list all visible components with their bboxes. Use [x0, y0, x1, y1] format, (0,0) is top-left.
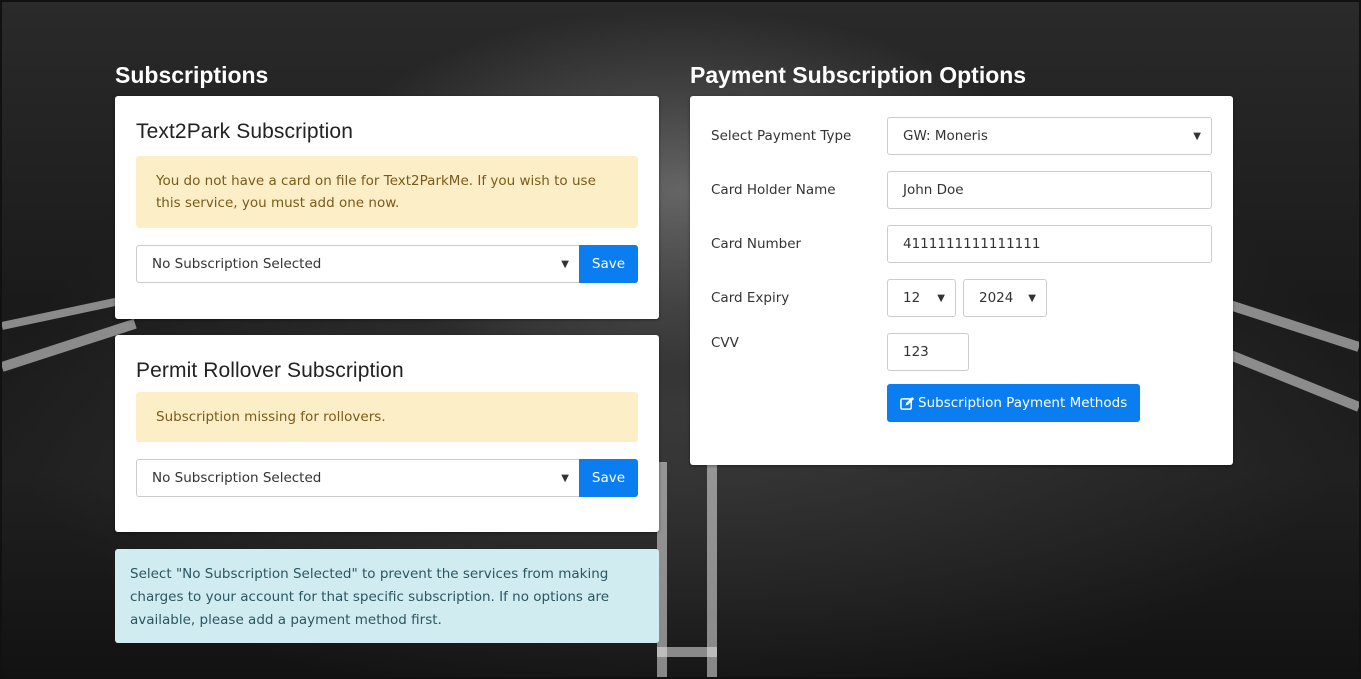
payment-type-row: Select Payment Type GW: Moneris ▼ — [711, 117, 1212, 155]
cvv-value: 123 — [903, 344, 929, 360]
subscriptions-column: Subscriptions Text2Park Subscription You… — [115, 60, 659, 643]
caret-down-icon: ▼ — [1028, 292, 1036, 304]
rollover-select-value: No Subscription Selected — [152, 470, 322, 486]
text2park-subscription-select[interactable]: No Subscription Selected ▼ — [136, 245, 579, 283]
card-holder-row: Card Holder Name John Doe — [711, 171, 1212, 209]
text2park-title: Text2Park Subscription — [136, 120, 353, 143]
card-holder-value: John Doe — [903, 182, 964, 198]
card-number-value: 4111111111111111 — [903, 236, 1041, 252]
card-expiry-row: Card Expiry 12 ▼ 2024 ▼ — [711, 279, 1212, 317]
payment-type-value: GW: Moneris — [903, 128, 988, 144]
text2park-warning: You do not have a card on file for Text2… — [136, 156, 638, 228]
subscription-payment-methods-button[interactable]: Subscription Payment Methods — [887, 384, 1141, 422]
background: Subscriptions Text2Park Subscription You… — [0, 0, 1361, 679]
subscription-info: Select "No Subscription Selected" to pre… — [115, 549, 659, 643]
cvv-row: CVV 123 — [711, 333, 1212, 371]
subscription-payment-methods-label: Subscription Payment Methods — [918, 395, 1128, 411]
rollover-save-button[interactable]: Save — [579, 459, 638, 497]
card-expiry-label: Card Expiry — [711, 290, 790, 306]
caret-down-icon: ▼ — [561, 258, 569, 270]
text2park-select-row: No Subscription Selected ▼ Save — [136, 245, 638, 283]
cvv-label: CVV — [711, 335, 739, 351]
text2park-save-button[interactable]: Save — [579, 245, 638, 283]
card-number-label: Card Number — [711, 236, 802, 252]
text2park-panel: Text2Park Subscription You do not have a… — [115, 96, 659, 319]
edit-icon — [900, 396, 915, 410]
parking-line — [2, 297, 121, 330]
card-number-row: Card Number 4111111111111111 — [711, 225, 1212, 263]
rollover-warning: Subscription missing for rollovers. — [136, 392, 638, 442]
payment-options-column: Payment Subscription Options Select Paym… — [690, 60, 1233, 465]
card-number-input[interactable]: 4111111111111111 — [887, 225, 1212, 263]
parking-line — [1227, 349, 1359, 412]
payment-panel: Select Payment Type GW: Moneris ▼ Card H… — [690, 96, 1233, 465]
payment-type-select[interactable]: GW: Moneris ▼ — [887, 117, 1212, 155]
card-holder-label: Card Holder Name — [711, 182, 836, 198]
caret-down-icon: ▼ — [937, 292, 945, 304]
subscriptions-title: Subscriptions — [115, 62, 269, 88]
expiry-month-value: 12 — [903, 290, 921, 306]
rollover-title: Permit Rollover Subscription — [136, 359, 404, 382]
caret-down-icon: ▼ — [1193, 130, 1201, 142]
text2park-select-value: No Subscription Selected — [152, 256, 322, 272]
parking-line — [657, 647, 717, 657]
rollover-panel: Permit Rollover Subscription Subscriptio… — [115, 335, 659, 532]
expiry-year-select[interactable]: 2024 ▼ — [963, 279, 1047, 317]
cvv-input[interactable]: 123 — [887, 333, 969, 371]
expiry-month-select[interactable]: 12 ▼ — [887, 279, 956, 317]
rollover-select-row: No Subscription Selected ▼ Save — [136, 459, 638, 497]
payment-type-label: Select Payment Type — [711, 128, 852, 144]
caret-down-icon: ▼ — [561, 472, 569, 484]
rollover-subscription-select[interactable]: No Subscription Selected ▼ — [136, 459, 579, 497]
expiry-year-value: 2024 — [979, 290, 1014, 306]
card-holder-input[interactable]: John Doe — [887, 171, 1212, 209]
payment-options-title: Payment Subscription Options — [690, 62, 1027, 88]
parking-line — [1224, 298, 1359, 352]
